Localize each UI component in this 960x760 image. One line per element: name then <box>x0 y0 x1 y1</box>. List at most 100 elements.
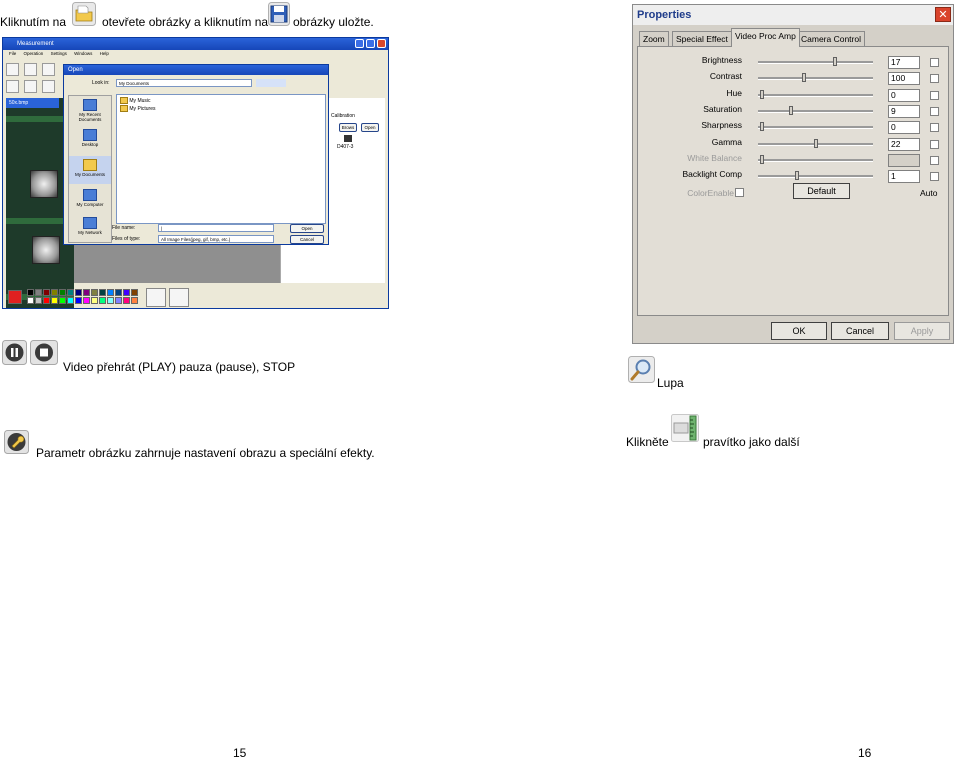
property-slider[interactable] <box>758 105 873 115</box>
color-swatch[interactable] <box>35 289 42 296</box>
maximize-button[interactable] <box>366 39 375 48</box>
property-slider[interactable] <box>758 154 873 164</box>
color-swatch[interactable] <box>27 289 34 296</box>
color-swatch[interactable] <box>115 289 122 296</box>
auto-checkbox[interactable] <box>930 106 939 116</box>
calibration-file-icon[interactable] <box>344 135 352 142</box>
color-swatch[interactable] <box>75 297 82 304</box>
property-value-field[interactable]: 100 <box>888 72 920 86</box>
color-swatch[interactable] <box>67 297 74 304</box>
menu-operation[interactable]: Operation <box>24 51 44 56</box>
color-swatch[interactable] <box>107 297 114 304</box>
browse-button[interactable]: Brows <box>339 123 357 132</box>
menu-windows[interactable]: Windows <box>74 51 92 56</box>
current-color-swatch[interactable] <box>8 290 22 304</box>
property-slider[interactable] <box>758 73 873 83</box>
slider-thumb[interactable] <box>789 105 794 115</box>
property-value-field[interactable]: 17 <box>888 56 920 69</box>
property-slider[interactable] <box>758 171 873 181</box>
file-name-input[interactable]: | <box>158 224 274 232</box>
toolbar-button[interactable] <box>6 80 19 93</box>
color-swatch[interactable] <box>131 289 138 296</box>
property-value-field[interactable]: 1 <box>888 170 920 184</box>
auto-checkbox[interactable] <box>930 90 939 100</box>
property-value-field[interactable]: 0 <box>888 121 920 135</box>
color-swatch[interactable] <box>27 297 34 304</box>
tab-camera-control[interactable]: Camera Control <box>797 31 865 46</box>
tab-zoom[interactable]: Zoom <box>639 31 669 46</box>
menu-file[interactable]: File <box>9 51 16 56</box>
color-swatch[interactable] <box>51 297 58 304</box>
color-swatch[interactable] <box>131 297 138 304</box>
ok-button[interactable]: OK <box>771 322 827 340</box>
color-swatch[interactable] <box>43 289 50 296</box>
color-swatch[interactable] <box>67 289 74 296</box>
tab-special-effect[interactable]: Special Effect <box>672 31 732 46</box>
color-swatch[interactable] <box>107 289 114 296</box>
color-swatch[interactable] <box>91 297 98 304</box>
slider-thumb[interactable] <box>760 89 765 99</box>
place-my-documents[interactable]: My Documents <box>69 156 111 184</box>
color-swatch[interactable] <box>59 297 66 304</box>
property-value-field[interactable]: 22 <box>888 137 920 151</box>
auto-checkbox[interactable] <box>930 58 939 67</box>
slider-thumb[interactable] <box>760 154 765 164</box>
color-swatch[interactable] <box>99 297 106 304</box>
color-swatch[interactable] <box>123 297 130 304</box>
color-swatch[interactable] <box>75 289 82 296</box>
folder-item[interactable]: My Music <box>120 97 151 104</box>
slider-thumb[interactable] <box>794 171 799 181</box>
auto-checkbox[interactable] <box>930 74 939 84</box>
menu-settings[interactable]: Settings <box>51 51 67 56</box>
calibration-file-name[interactable]: D407-3 <box>337 144 353 150</box>
property-slider[interactable] <box>758 122 873 132</box>
place-desktop[interactable]: Desktop <box>69 126 111 154</box>
look-in-select[interactable]: My Documents <box>116 79 252 87</box>
slider-thumb[interactable] <box>813 138 818 148</box>
toolbar-button[interactable] <box>24 80 37 93</box>
slider-thumb[interactable] <box>760 122 765 132</box>
slider-thumb[interactable] <box>802 73 807 83</box>
color-swatch[interactable] <box>115 297 122 304</box>
auto-checkbox[interactable] <box>930 172 939 182</box>
color-swatch[interactable] <box>91 289 98 296</box>
minimize-button[interactable] <box>355 39 364 48</box>
property-slider[interactable] <box>758 57 873 66</box>
property-value-field[interactable] <box>888 153 920 167</box>
property-value-field[interactable]: 0 <box>888 88 920 102</box>
folder-item[interactable]: My Pictures <box>120 105 156 112</box>
line-style-selector[interactable] <box>169 288 189 307</box>
close-button[interactable]: ✕ <box>935 7 951 22</box>
files-of-type-select[interactable]: All Image Files(jpeg, gif, bmp, etc.) <box>158 235 274 243</box>
close-button[interactable] <box>377 39 386 48</box>
slider-thumb[interactable] <box>833 57 838 66</box>
open-button[interactable]: Open <box>290 224 324 233</box>
toolbar-button[interactable] <box>6 63 19 76</box>
image-file-tab[interactable]: 50x.bmp <box>6 98 59 108</box>
color-swatch[interactable] <box>35 297 42 304</box>
property-slider[interactable] <box>758 89 873 99</box>
apply-button[interactable]: Apply <box>894 322 950 340</box>
color-swatch[interactable] <box>83 289 90 296</box>
color-swatch[interactable] <box>123 289 130 296</box>
place-recent-documents[interactable]: My Recent Documents <box>69 96 111 124</box>
auto-checkbox[interactable] <box>930 155 939 165</box>
place-my-computer[interactable]: My Computer <box>69 186 111 214</box>
toolbar-button[interactable] <box>42 63 55 76</box>
calibration-open-button[interactable]: Open <box>361 123 379 132</box>
place-my-network[interactable]: My Network <box>69 214 111 242</box>
cancel-button[interactable]: Cancel <box>290 235 324 244</box>
auto-checkbox[interactable] <box>930 139 939 149</box>
toolbar-button[interactable] <box>42 80 55 93</box>
color-enable-checkbox[interactable] <box>735 188 744 197</box>
cancel-button[interactable]: Cancel <box>831 322 889 340</box>
color-swatch[interactable] <box>51 289 58 296</box>
color-swatch[interactable] <box>83 297 90 304</box>
color-swatch[interactable] <box>59 289 66 296</box>
color-swatch[interactable] <box>99 289 106 296</box>
toolbar-button[interactable] <box>24 63 37 76</box>
property-slider[interactable] <box>758 138 873 148</box>
auto-checkbox[interactable] <box>930 123 939 133</box>
line-width-selector[interactable] <box>146 288 166 307</box>
color-swatch[interactable] <box>43 297 50 304</box>
